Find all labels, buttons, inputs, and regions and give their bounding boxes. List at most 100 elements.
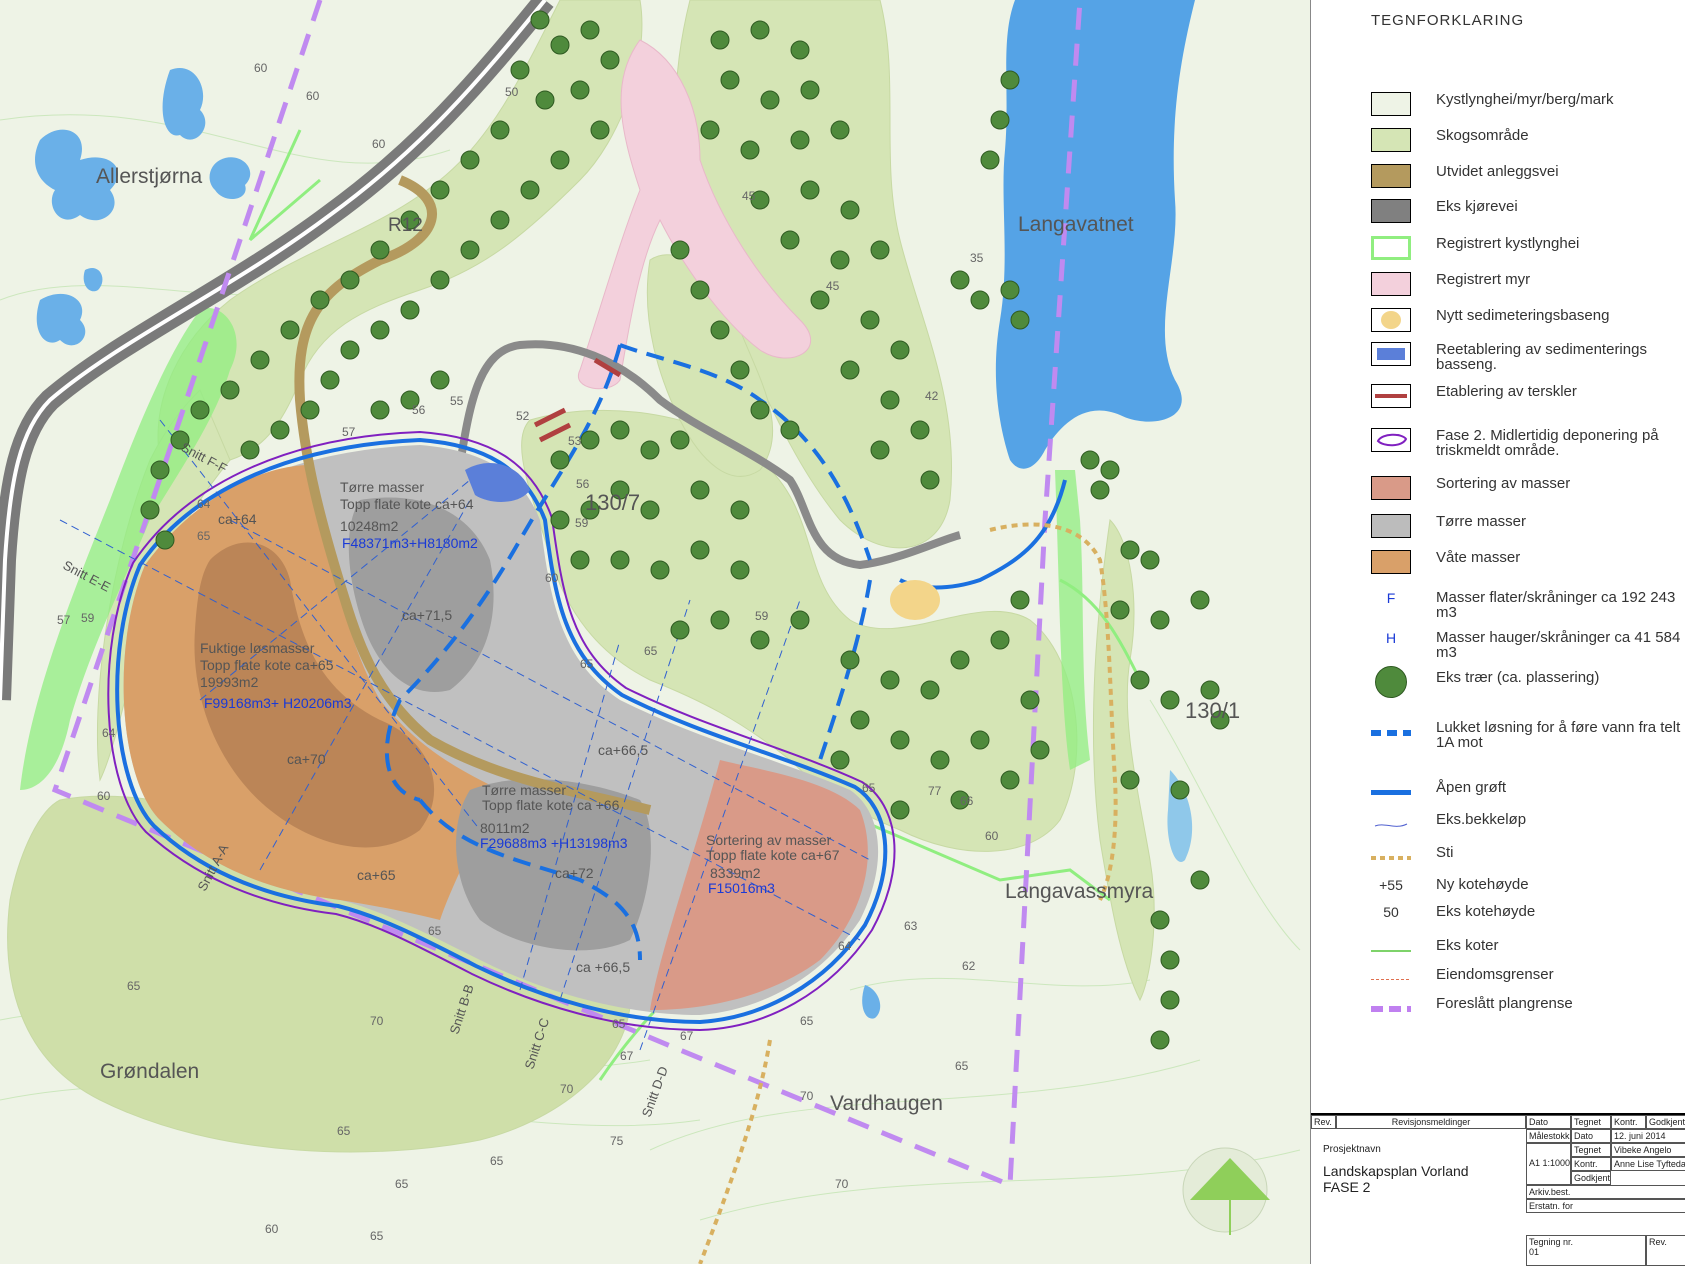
contour-label: 63: [904, 919, 918, 933]
legend-panel: TEGNFORKLARING Kystlynghei/myr/berg/mark…: [1310, 0, 1685, 1266]
legend-label: Ny kotehøyde: [1436, 876, 1529, 893]
contour-label: 65: [644, 644, 658, 658]
contour-label: 64: [838, 939, 852, 953]
legend-label: Eks kotehøyde: [1436, 903, 1536, 920]
legend-label: Fase 2. Midlertidig deponering på triskm…: [1436, 427, 1659, 459]
area-wet-title: Fuktige løsmasser: [200, 640, 315, 656]
contour-label: 70: [835, 1177, 849, 1191]
legend-symbol: F: [1386, 590, 1396, 606]
contour-label: 59: [81, 611, 95, 625]
contour-label: 42: [925, 389, 939, 403]
tb-date-label: Dato: [1526, 1115, 1571, 1129]
label-grondalen: Grøndalen: [100, 1060, 199, 1083]
contour-label: 60: [306, 89, 320, 103]
contour-label: 45: [826, 279, 840, 293]
legend-item: Fase 2. Midlertidig deponering på triskm…: [1371, 424, 1685, 458]
area-dry2-level: Topp flate kote ca +66: [482, 797, 620, 813]
legend-item: Nytt sedimeteringsbaseng: [1371, 304, 1685, 338]
contour-label: 64: [197, 497, 211, 511]
legend-label: Masser hauger/skråninger ca 41 584 m3: [1436, 629, 1681, 661]
contour-label: 35: [970, 251, 984, 265]
legend-swatch: [1371, 384, 1411, 408]
tb-revision: Revisjonsmeldinger: [1336, 1115, 1526, 1129]
legend-swatch: [1371, 514, 1411, 538]
legend-item: F Masser flater/skråninger ca 192 243 m3: [1371, 586, 1685, 620]
contour-label: 60: [265, 1222, 279, 1236]
tb-approved-label: Godkjent: [1646, 1115, 1685, 1129]
tb-rev-no: Rev.: [1646, 1235, 1685, 1266]
label-allerstjorna: Allerstjørna: [96, 165, 203, 188]
contour-label: 53: [568, 434, 582, 448]
legend-swatch: [1371, 272, 1411, 296]
legend-label: Eks koter: [1436, 937, 1499, 954]
area-dry2-area: 8011m2: [480, 820, 530, 836]
contour-label: 56: [576, 477, 590, 491]
legend-label: Masser flater/skråninger ca 192 243 m3: [1436, 589, 1676, 621]
legend-swatch: [1371, 128, 1411, 152]
contour-label: 67: [620, 1049, 634, 1063]
contour-label: 67: [680, 1029, 694, 1043]
tb-phase: FASE 2: [1323, 1179, 1371, 1195]
legend-item: Eks.bekkeløp: [1371, 808, 1685, 842]
legend-label: Registrert kystlynghei: [1436, 235, 1580, 252]
tb-drawn-value: Vibeke Angelo: [1611, 1143, 1685, 1157]
legend-label: Eiendomsgrenser: [1436, 966, 1554, 983]
legend-item: Tørre masser: [1371, 510, 1685, 544]
contour-label: 60: [254, 61, 268, 75]
legend-label: Skogsområde: [1436, 127, 1529, 144]
tb-drawing-no: Tegning nr. 01: [1526, 1235, 1646, 1266]
contour-label: 65: [370, 1229, 384, 1243]
legend-item: 50 Eks kotehøyde: [1371, 900, 1685, 934]
label-langavatnet: Langavatnet: [1018, 213, 1134, 236]
tb-project-name: Landskapsplan Vorland: [1323, 1163, 1469, 1179]
legend-symbol: 50: [1383, 904, 1399, 920]
legend-item: Våte masser: [1371, 546, 1685, 580]
area-dry2-volume: F29688m3 +H13198m3: [480, 835, 628, 851]
label-road-r12: R12: [388, 215, 423, 236]
label-plot-130-7: 130/7: [585, 490, 640, 515]
contour-label: 65: [428, 924, 442, 938]
contour-label: 77: [928, 784, 942, 798]
legend-item: Eks kjørevei: [1371, 195, 1685, 229]
contour-label: 57: [342, 425, 356, 439]
contour-label: 60: [985, 829, 999, 843]
contour-label: 59: [575, 516, 589, 530]
contour-label: 65: [580, 657, 594, 671]
legend-item: Reetablering av sedimenterings basseng.: [1371, 338, 1685, 372]
legend-item: Etablering av terskler: [1371, 380, 1685, 414]
level-ca65: ca+65: [357, 867, 396, 883]
legend-label: Registrert myr: [1436, 271, 1531, 288]
legend-label: Kystlynghei/myr/berg/mark: [1436, 91, 1614, 108]
tb-drawing-no-label: Tegning nr.: [1529, 1237, 1574, 1247]
contour-label: 59: [755, 609, 769, 623]
contour-label: 52: [516, 409, 530, 423]
legend-item: Registrert myr: [1371, 268, 1685, 302]
area-sort-level: Topp flate kote ca+67: [706, 847, 840, 863]
contour-label: 65: [337, 1124, 351, 1138]
area-dry2-title: Tørre masser: [482, 782, 566, 798]
legend-swatch: [1371, 550, 1411, 574]
area-dry1-volume: F48371m3+H8180m2: [342, 535, 478, 551]
legend-swatch: [1371, 236, 1411, 260]
contour-label: 65: [127, 979, 141, 993]
map-view[interactable]: Allerstjørna Langavatnet Langavassmyra G…: [0, 0, 1310, 1264]
tb-rev: Rev.: [1311, 1115, 1336, 1129]
legend-item: Lukket løsning for å føre vann fra telt …: [1371, 716, 1685, 750]
legend-item: Skogsområde: [1371, 124, 1685, 158]
legend-label: Sti: [1436, 844, 1454, 861]
area-sort-volume: F15016m3: [708, 880, 775, 896]
title-block: Rev. Revisjonsmeldinger Dato Tegnet Kont…: [1311, 1113, 1685, 1266]
contour-label: 62: [962, 959, 976, 973]
contour-label: 55: [450, 394, 464, 408]
legend-label: Lukket løsning for å føre vann fra telt …: [1436, 719, 1681, 751]
legend-label: Eks trær (ca. plassering): [1436, 669, 1600, 686]
legend-label: Etablering av terskler: [1436, 383, 1577, 400]
legend-swatch: [1371, 342, 1411, 366]
legend-item: H Masser hauger/skråninger ca 41 584 m3: [1371, 626, 1685, 660]
area-dry1-title: Tørre masser: [340, 479, 424, 495]
area-dry1-area: 10248m2: [340, 518, 399, 534]
legend-swatch: [1371, 666, 1411, 698]
tb-project-label: Prosjektnavn: [1323, 1144, 1381, 1155]
legend-label: Foreslått plangrense: [1436, 995, 1573, 1012]
level-ca665a: ca+66,5: [598, 742, 648, 758]
